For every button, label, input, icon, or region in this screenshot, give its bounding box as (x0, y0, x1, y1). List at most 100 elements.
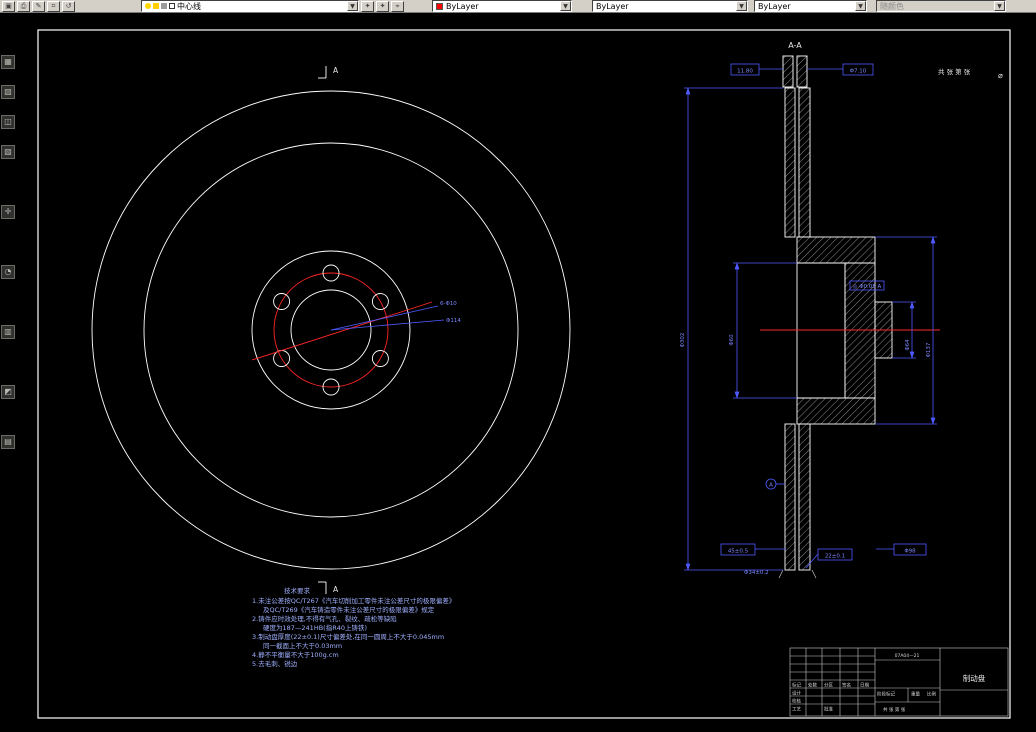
layer-combo-value: 中心线 (177, 1, 201, 11)
disc-plate-section (798, 87, 811, 238)
print-tool-icon[interactable]: ⎙ (17, 0, 30, 12)
side-tool-8-icon[interactable]: ◩ (1, 385, 15, 399)
side-tool-3-icon[interactable]: ◫ (1, 115, 15, 129)
top-toolbar: ▣ ⎙ ✎ ⌗ ↺ 中心线 ▼ ✦ ✦ ⌖ ByLayer ▼ ByLayer … (0, 0, 1036, 13)
tech-req-line: 及QC/T269《汽车铸造零件未注公差尺寸的极限偏差》规定 (263, 605, 435, 614)
drawing-canvas[interactable]: 共 张 第 张 ⌀ 6-Φ10 Φ114 A A A-A 11.80 Φ7.10… (0, 12, 1036, 732)
center-line (251, 301, 433, 361)
make-layer-tool-icon[interactable]: ✦ (361, 0, 374, 12)
tech-req-line: 硬度为187—241HB(指R40上铸铁) (263, 623, 367, 632)
plotstyle-combo-value: 随颜色 (880, 1, 904, 11)
side-tool-5-icon[interactable]: ✛ (1, 205, 15, 219)
dim-bolt-circle: Φ114 (446, 318, 461, 324)
color-combo[interactable]: ByLayer ▼ (432, 0, 572, 12)
side-tool-4-icon[interactable]: ▨ (1, 145, 15, 159)
color-combo-value: ByLayer (446, 1, 479, 11)
layer-lock-icon (161, 3, 167, 9)
sheet-count-note: 共 张 第 张 (938, 67, 971, 76)
cut-label-bottom: A (333, 585, 339, 594)
linetype-combo[interactable]: ByLayer ▼ (592, 0, 748, 12)
hub-bottom-flange (796, 397, 876, 425)
dim-overall: Φ302 (680, 333, 686, 348)
linetype-combo-value: ByLayer (596, 1, 629, 11)
side-tool-7-icon[interactable]: ▥ (1, 325, 15, 339)
lineweight-combo-value: ByLayer (758, 1, 791, 11)
hub-top-flange (796, 236, 876, 264)
chamfer-line (778, 569, 784, 579)
undo-tool-icon[interactable]: ↺ (62, 0, 75, 12)
dim-bore: Φ60 (729, 334, 735, 346)
dim-label: 22±0.1 (825, 554, 845, 560)
dim-hub: Φ137 (926, 342, 932, 357)
side-tool-6-icon[interactable]: ◔ (1, 265, 15, 279)
tb-approve-label: 批准 (824, 706, 833, 713)
tb-header-cell: 签名 (842, 682, 851, 689)
tb-design-label: 设计 (792, 690, 801, 697)
dropdown-arrow-icon: ▼ (994, 1, 1005, 11)
layer-combo[interactable]: 中心线 ▼ (141, 0, 359, 12)
layer-prev-tool-icon[interactable]: ✦ (376, 0, 389, 12)
bolt-detail-left (782, 55, 794, 88)
dim-label: Φ98 (904, 549, 916, 555)
title-block: 07A04—21 制动盘 标记 处数 分区 签名 日期 设计 校核 工艺 批准 … (789, 647, 1009, 717)
new-tool-icon[interactable]: ▣ (2, 0, 15, 12)
current-color-swatch (436, 2, 443, 10)
dropdown-arrow-icon[interactable]: ▼ (560, 1, 571, 11)
gdt-label: ◎ Φ0.05 A (853, 284, 882, 290)
dim-note-bottom: Φ34±0.2 (744, 570, 769, 576)
side-tool-1-icon[interactable]: ▦ (1, 55, 15, 69)
tb-weight-label: 重量 (911, 691, 920, 698)
dim-label: 45±0.5 (728, 549, 749, 555)
tech-req-line: 同一截面上不大于0.03mm (263, 641, 342, 650)
chamfer-line (811, 569, 817, 579)
disc-plate-section (784, 423, 796, 571)
edit-tool-icon[interactable]: ✎ (32, 0, 45, 12)
dim-label: 11.80 (737, 69, 753, 75)
lineweight-combo[interactable]: ByLayer ▼ (754, 0, 867, 12)
layer-freeze-icon (153, 3, 159, 9)
tb-stage-label: 阶段标记 (877, 691, 895, 698)
datum-label: A (769, 483, 773, 489)
drawing-number: 07A04—21 (895, 653, 920, 659)
tb-header-cell: 日期 (860, 683, 869, 689)
plotstyle-combo: 随颜色 ▼ (876, 0, 1006, 12)
tech-req-title: 技术要求 (284, 586, 311, 595)
tb-scale-label: 比例 (927, 691, 936, 698)
section-view: A-A 11.80 Φ7.10 Φ302 Φ60 Φ64 Φ137 ◎ Φ0.0… (680, 41, 940, 579)
dim-pilot: Φ64 (905, 339, 911, 351)
tb-process-label: 工艺 (792, 707, 801, 713)
tech-req-line: 4.静不平衡量不大于100g.cm (252, 650, 339, 659)
dim-bolt-holes: 6-Φ10 (440, 301, 457, 307)
side-tool-9-icon[interactable]: ▤ (1, 435, 15, 449)
diameter-symbol: ⌀ (998, 71, 1003, 80)
dim-label: Φ7.10 (850, 69, 867, 75)
tb-sheet-label: 共 张 第 张 (883, 706, 906, 713)
tb-header-cell: 处数 (808, 682, 817, 689)
cut-label-top: A (333, 66, 339, 75)
layer-color-chip (169, 3, 175, 9)
tech-req-line: 1.未注公差按QC/T267《汽车切削加工零件未注公差尺寸的极限偏差》 (252, 596, 455, 605)
dropdown-arrow-icon[interactable]: ▼ (855, 1, 866, 11)
tb-header-cell: 标记 (792, 682, 801, 689)
side-tool-2-icon[interactable]: ▧ (1, 85, 15, 99)
disc-plate-section (798, 423, 811, 571)
match-tool-icon[interactable]: ⌖ (391, 0, 404, 12)
tech-req-line: 5.去毛刺、锐边 (252, 659, 298, 668)
layer-on-icon (145, 3, 151, 9)
bolt-detail-right (796, 55, 808, 88)
part-name: 制动盘 (963, 673, 986, 683)
tech-requirements: 技术要求 1.未注公差按QC/T267《汽车切削加工零件未注公差尺寸的极限偏差》… (252, 586, 455, 668)
tb-check-label: 校核 (792, 698, 801, 705)
disc-plate-section (784, 87, 796, 238)
tb-header-cell: 分区 (824, 682, 833, 689)
front-view: 6-Φ10 Φ114 A A (91, 66, 571, 594)
tech-req-line: 2.铸件应时效处理,不得有气孔、裂纹、疏松等缺陷 (252, 614, 397, 623)
dropdown-arrow-icon[interactable]: ▼ (347, 1, 358, 11)
dropdown-arrow-icon[interactable]: ▼ (736, 1, 747, 11)
grid-tool-icon[interactable]: ⌗ (47, 0, 60, 12)
